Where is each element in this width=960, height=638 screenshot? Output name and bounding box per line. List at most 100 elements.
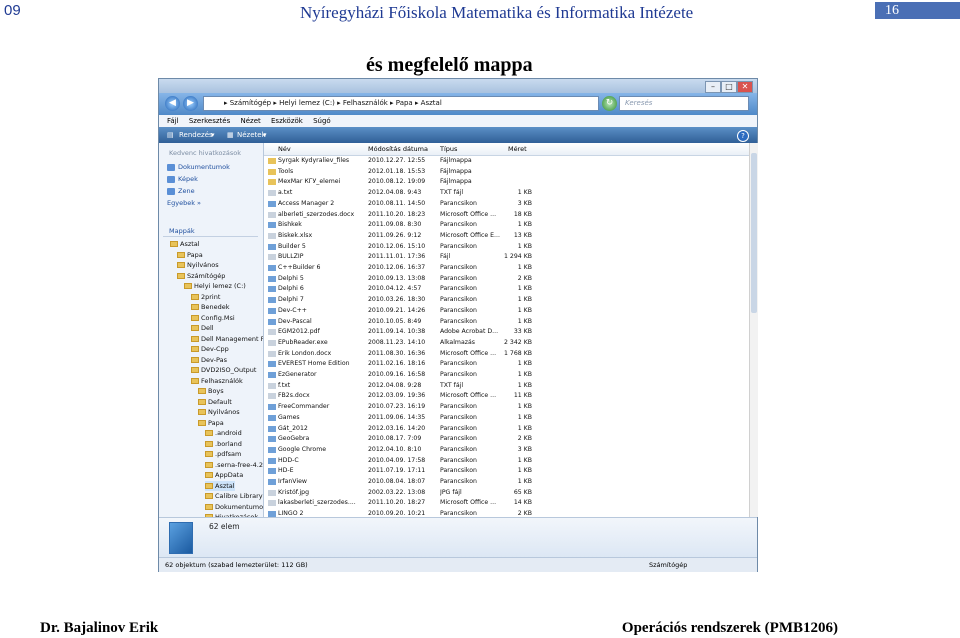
scrollbar-thumb[interactable]: [751, 153, 757, 313]
column-type[interactable]: Típus: [440, 143, 457, 155]
table-row[interactable]: f.txt 2012.04.08. 9:28 TXT fájl 1 KB: [264, 381, 664, 392]
table-row[interactable]: C++Builder 6 2010.12.06. 16:37 Parancsikon…: [264, 263, 664, 274]
cell-modified: 2010.03.26. 18:30: [368, 296, 426, 304]
favorite-music[interactable]: Zene: [167, 186, 195, 197]
tree-item[interactable]: Benedek: [191, 302, 229, 313]
table-row[interactable]: Delphi 7 2010.03.26. 18:30 Parancsikon 1 KB: [264, 295, 664, 306]
menu-item-tools[interactable]: Eszközök: [271, 117, 303, 125]
menu-item-help[interactable]: Súgó: [313, 117, 331, 125]
table-row[interactable]: alberleti_szerzodes.docx 2011.10.20. 18:2…: [264, 210, 664, 221]
views-button[interactable]: Nézetek: [237, 127, 266, 143]
file-icon: [268, 339, 276, 346]
tree-item[interactable]: .pdfsam: [205, 449, 241, 460]
cell-modified: 2012.03.09. 19:36: [368, 392, 426, 400]
maximize-icon[interactable]: □: [721, 81, 737, 93]
column-name[interactable]: Név: [278, 143, 291, 155]
tree-item[interactable]: 2print: [191, 292, 220, 303]
menu-item-edit[interactable]: Szerkesztés: [189, 117, 230, 125]
tree-item[interactable]: Dell Management P: [191, 334, 263, 345]
back-icon[interactable]: ◀: [165, 96, 180, 111]
tree-item[interactable]: Calibre Library: [205, 491, 263, 502]
table-row[interactable]: EVEREST Home Edition 2011.02.16. 18:16 Par…: [264, 359, 664, 370]
tree-item[interactable]: Felhasználók: [191, 376, 243, 387]
table-row[interactable]: Gát_2012 2012.03.16. 14:20 Parancsikon 1 KB: [264, 424, 664, 435]
table-row[interactable]: Dev-C++ 2010.09.21. 14:26 Parancsikon 1 KB: [264, 306, 664, 317]
tree-item[interactable]: Helyi lemez (C:): [184, 281, 246, 292]
slide-number-left: 09: [4, 2, 21, 19]
table-row[interactable]: FB2s.docx 2012.03.09. 19:36 Microsoft Offi…: [264, 391, 664, 402]
tree-item[interactable]: Papa: [198, 418, 224, 429]
views-dropdown-icon[interactable]: ▾: [263, 127, 267, 143]
table-row[interactable]: Erik London.docx 2011.08.30. 16:36 Microso…: [264, 349, 664, 360]
favorite-pictures[interactable]: Képek: [167, 174, 198, 185]
tree-item[interactable]: Számítógép: [177, 271, 225, 282]
tree-item[interactable]: Asztal: [170, 239, 200, 250]
tree-item[interactable]: .serna-free-4.2: [205, 460, 263, 471]
forward-icon[interactable]: ▶: [183, 96, 198, 111]
tree-item[interactable]: Nyilvános: [198, 407, 240, 418]
tree-item[interactable]: .borland: [205, 439, 242, 450]
table-row[interactable]: IrfanView 2010.08.04. 18:07 Parancsikon 1 K…: [264, 477, 664, 488]
table-row[interactable]: Google Chrome 2012.04.10. 8:10 Parancsikon…: [264, 445, 664, 456]
tree-item[interactable]: Dokumentumo: [205, 502, 263, 513]
tree-item[interactable]: Dev-Pas: [191, 355, 227, 366]
table-row[interactable]: Tools 2012.01.18. 15:53 Fájlmappa: [264, 167, 664, 178]
table-row[interactable]: LINGO 2 2010.09.20. 10:21 Parancsikon 2 KB: [264, 509, 664, 517]
tree-item[interactable]: Dev-Cpp: [191, 344, 229, 355]
table-row[interactable]: Delphi 6 2010.04.12. 4:57 Parancsikon 1 KB: [264, 284, 664, 295]
table-row[interactable]: Biskek.xlsx 2011.09.26. 9:12 Microsoft Off…: [264, 231, 664, 242]
close-icon[interactable]: ✕: [737, 81, 753, 93]
table-row[interactable]: HD-E 2011.07.19. 17:11 Parancsikon 1 KB: [264, 466, 664, 477]
table-row[interactable]: HDD-C 2010.04.09. 17:58 Parancsikon 1 KB: [264, 456, 664, 467]
minimize-icon[interactable]: –: [705, 81, 721, 93]
table-row[interactable]: Dev-Pascal 2010.10.05. 8:49 Parancsikon 1 K…: [264, 317, 664, 328]
menu-item-view[interactable]: Nézet: [240, 117, 260, 125]
tree-item[interactable]: Boys: [198, 386, 224, 397]
menu-item-file[interactable]: Fájl: [167, 117, 179, 125]
table-row[interactable]: EPubReader.exe 2008.11.23. 14:10 Alkalmazá…: [264, 338, 664, 349]
cell-modified: 2010.08.11. 14:50: [368, 199, 426, 207]
table-row[interactable]: MexMar КГУ_elemei 2010.08.12. 19:09 Fájlma…: [264, 177, 664, 188]
tree-item[interactable]: Papa: [177, 250, 203, 261]
table-row[interactable]: EGM2012.pdf 2011.09.14. 10:38 Adobe Acroba…: [264, 327, 664, 338]
tree-item[interactable]: Dell: [191, 323, 214, 334]
table-row[interactable]: Kristóf.jpg 2002.03.22. 13:08 JPG fájl 65 K…: [264, 488, 664, 499]
cell-size: 1 KB: [517, 403, 532, 411]
table-row[interactable]: Delphi 5 2010.09.13. 13:08 Parancsikon 2 KB: [264, 274, 664, 285]
table-row[interactable]: Games 2011.09.06. 14:35 Parancsikon 1 KB: [264, 413, 664, 424]
table-row[interactable]: FreeCommander 2010.07.23. 16:19 Parancsiko…: [264, 402, 664, 413]
cell-size: 1 KB: [517, 360, 532, 368]
table-row[interactable]: Syrgak Kydyraliev_files 2010.12.27. 12:55…: [264, 156, 664, 167]
organize-dropdown-icon[interactable]: ▾: [211, 127, 215, 143]
column-size[interactable]: Méret: [508, 143, 527, 155]
table-row[interactable]: a.txt 2012.04.08. 9:43 TXT fájl 1 KB: [264, 188, 664, 199]
tree-item[interactable]: Default: [198, 397, 232, 408]
table-row[interactable]: BULLZIP 2011.11.01. 17:36 Fájl 1 294 KB: [264, 252, 664, 263]
search-input[interactable]: Keresés: [619, 96, 749, 111]
tree-item[interactable]: AppData: [205, 470, 243, 481]
organize-button[interactable]: Rendezés: [179, 127, 213, 143]
tree-item[interactable]: Asztal: [205, 480, 235, 491]
refresh-icon[interactable]: ↻: [602, 96, 617, 111]
table-row[interactable]: Access Manager 2 2010.08.11. 14:50 Parancs…: [264, 199, 664, 210]
navigation-pane: Kedvenc hivatkozások Dokumentumok Képek …: [159, 143, 264, 517]
tree-item[interactable]: DVD2ISO_Output: [191, 365, 256, 376]
tree-item[interactable]: Nyilvános: [177, 260, 219, 271]
favorite-more[interactable]: Egyebek »: [167, 198, 201, 209]
table-row[interactable]: Builder 5 2010.12.06. 15:10 Parancsikon 1 K…: [264, 242, 664, 253]
table-row[interactable]: lakasberleti_szerzodes.... 2011.10.20. 18…: [264, 498, 664, 509]
vertical-scrollbar[interactable]: [749, 143, 758, 517]
favorite-documents[interactable]: Dokumentumok: [167, 162, 230, 173]
address-bar[interactable]: ▸ Számítógép ▸ Helyi lemez (C:) ▸ Felhas…: [203, 96, 599, 111]
folders-header[interactable]: Mappák: [169, 227, 195, 235]
help-icon[interactable]: ?: [737, 130, 749, 142]
column-modified[interactable]: Módosítás dátuma: [368, 143, 428, 155]
table-row[interactable]: EzGenerator 2010.09.16. 16:58 Parancsikon 1…: [264, 370, 664, 381]
table-row[interactable]: Bishkek 2011.09.08. 8:30 Parancsikon 1 KB: [264, 220, 664, 231]
folder-icon: [177, 272, 185, 279]
tree-item[interactable]: Config.Msi: [191, 313, 235, 324]
table-row[interactable]: GeoGebra 2010.08.17. 7:09 Parancsikon 2 KB: [264, 434, 664, 445]
tree-item[interactable]: .android: [205, 428, 242, 439]
folder-icon: [198, 398, 206, 405]
cell-size: 1 KB: [517, 413, 532, 421]
